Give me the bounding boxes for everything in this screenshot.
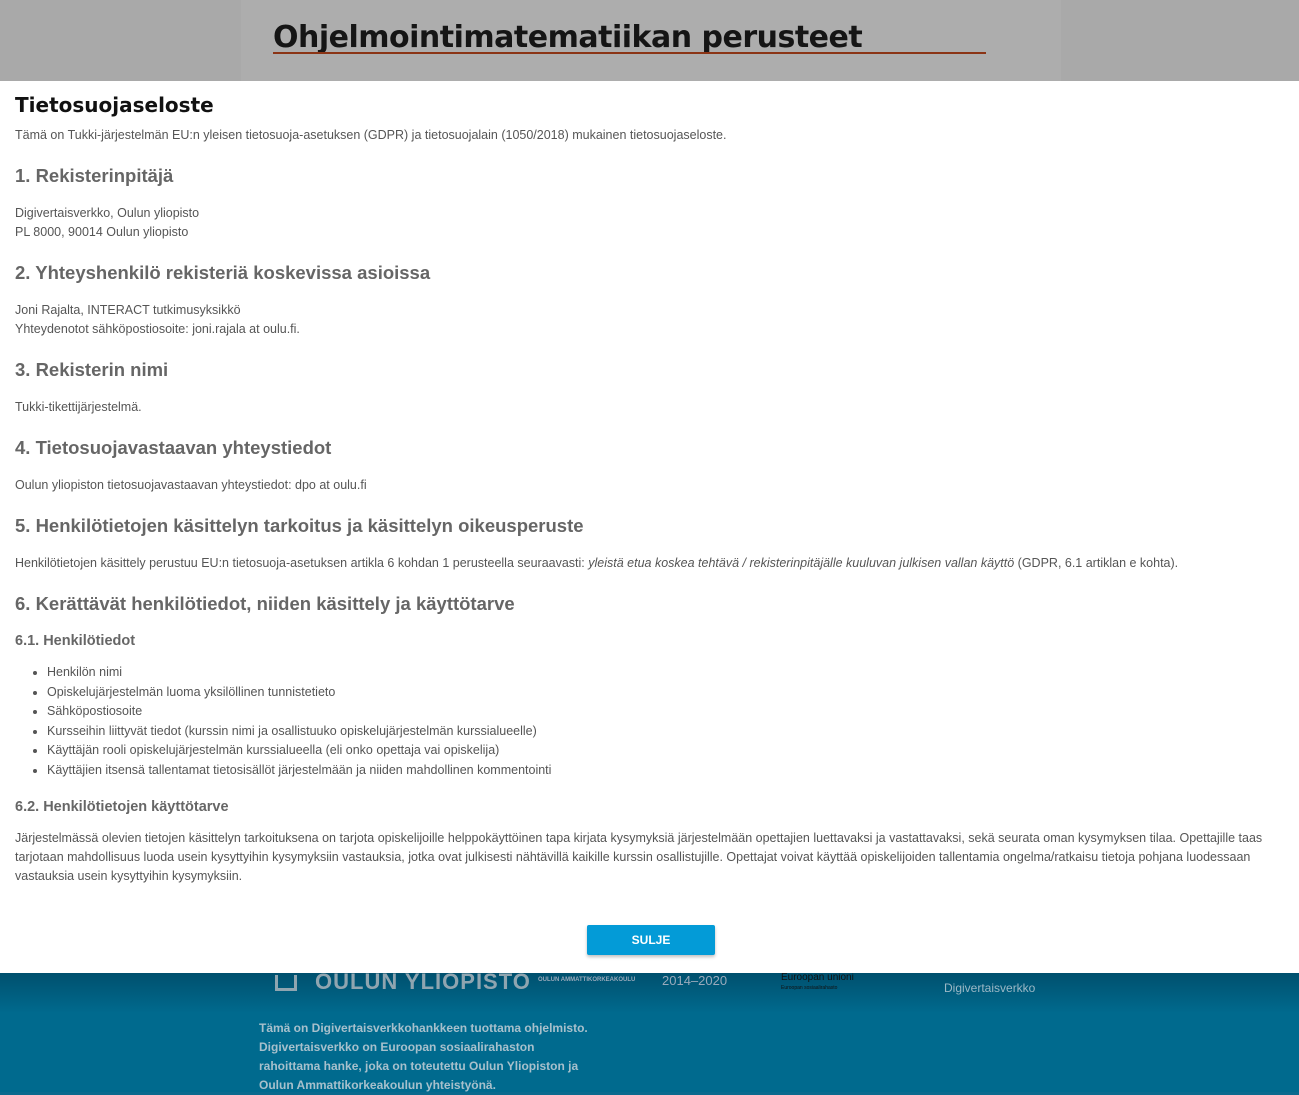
section-1-heading: 1. Rekisterinpitäjä [15, 165, 174, 186]
section-4-text: Oulun yliopiston tietosuojavastaavan yht… [15, 478, 367, 492]
personal-data-list: Henkilön nimi Opiskelujärjestelmän luoma… [47, 663, 1284, 781]
list-item: Henkilön nimi [47, 663, 1284, 683]
footer-text: Tämä on Digivertaisverkkohankkeen tuotta… [259, 1021, 588, 1092]
section-3-text: Tukki-tikettijärjestelmä. [15, 400, 142, 414]
section-4-heading: 4. Tietosuojavastaavan yhteystiedot [15, 437, 332, 458]
page-footer: OULUN YLIOPISTO OULUN AMMATTIKORKEAKOULU… [0, 969, 1299, 1092]
text-part: Henkilötietojen käsittely perustuu EU:n … [15, 556, 589, 570]
section-2-heading: 2. Yhteyshenkilö rekisteriä koskevissa a… [15, 262, 431, 283]
dialog-title: Tietosuojaseloste [15, 93, 214, 117]
oamk-logo: OULUN AMMATTIKORKEAKOULU [538, 977, 636, 983]
section-2-line: Joni Rajalta, INTERACT tutkimusyksikkö [15, 303, 241, 317]
years-logo: 2014–2020 [662, 973, 728, 988]
site-title[interactable]: Ohjelmointimatematiikan perusteet [273, 20, 863, 55]
privacy-policy-dialog: Tietosuojaseloste Tämä on Tukki-järjeste… [0, 81, 1299, 973]
list-item: Sähköpostiosoite [47, 702, 1284, 722]
section-5-heading: 5. Henkilötietojen käsittelyn tarkoitus … [15, 515, 584, 536]
section-2-line: Yhteydenotot sähköpostiosoite: joni.raja… [15, 322, 300, 336]
title-underline [273, 52, 986, 54]
close-button[interactable]: SULJE [587, 925, 715, 955]
list-item: Kursseihin liittyvät tiedot (kurssin nim… [47, 722, 1284, 742]
digivertaisverkko-logo: Digivertaisverkko [944, 981, 1036, 995]
list-item: Käyttäjien itsensä tallentamat tietosisä… [47, 761, 1284, 781]
eu-logo: Euroopan unioni Euroopan sosiaalirahasto [781, 973, 854, 993]
list-item: Käyttäjän rooli opiskelujärjestelmän kur… [47, 741, 1284, 761]
section-6-1-heading: 6.1. Henkilötiedot [15, 633, 136, 649]
eu-sub-text: Euroopan sosiaalirahasto [781, 985, 838, 991]
eu-text: Euroopan unioni [781, 972, 854, 983]
list-item: Opiskelujärjestelmän luoma yksilöllinen … [47, 683, 1284, 703]
intro-text: Tämä on Tukki-järjestelmän EU:n yleisen … [15, 128, 727, 142]
text-part: (GDPR, 6.1 artiklan e kohta). [1014, 556, 1179, 570]
page-header: Ohjelmointimatematiikan perusteet [0, 0, 1299, 81]
section-6-2-text: Järjestelmässä olevien tietojen käsittel… [15, 830, 1263, 883]
section-6-heading: 6. Kerättävät henkilötiedot, niiden käsi… [15, 593, 515, 614]
section-1-line: PL 8000, 90014 Oulun yliopisto [15, 225, 189, 239]
section-1-line: Digivertaisverkko, Oulun yliopisto [15, 206, 200, 220]
section-5-text: Henkilötietojen käsittely perustuu EU:n … [15, 554, 1284, 573]
text-italic: yleistä etua koskea tehtävä / rekisterin… [588, 556, 1015, 570]
section-6-2-heading: 6.2. Henkilötietojen käyttötarve [15, 798, 229, 815]
section-3-heading: 3. Rekisterin nimi [15, 359, 169, 380]
